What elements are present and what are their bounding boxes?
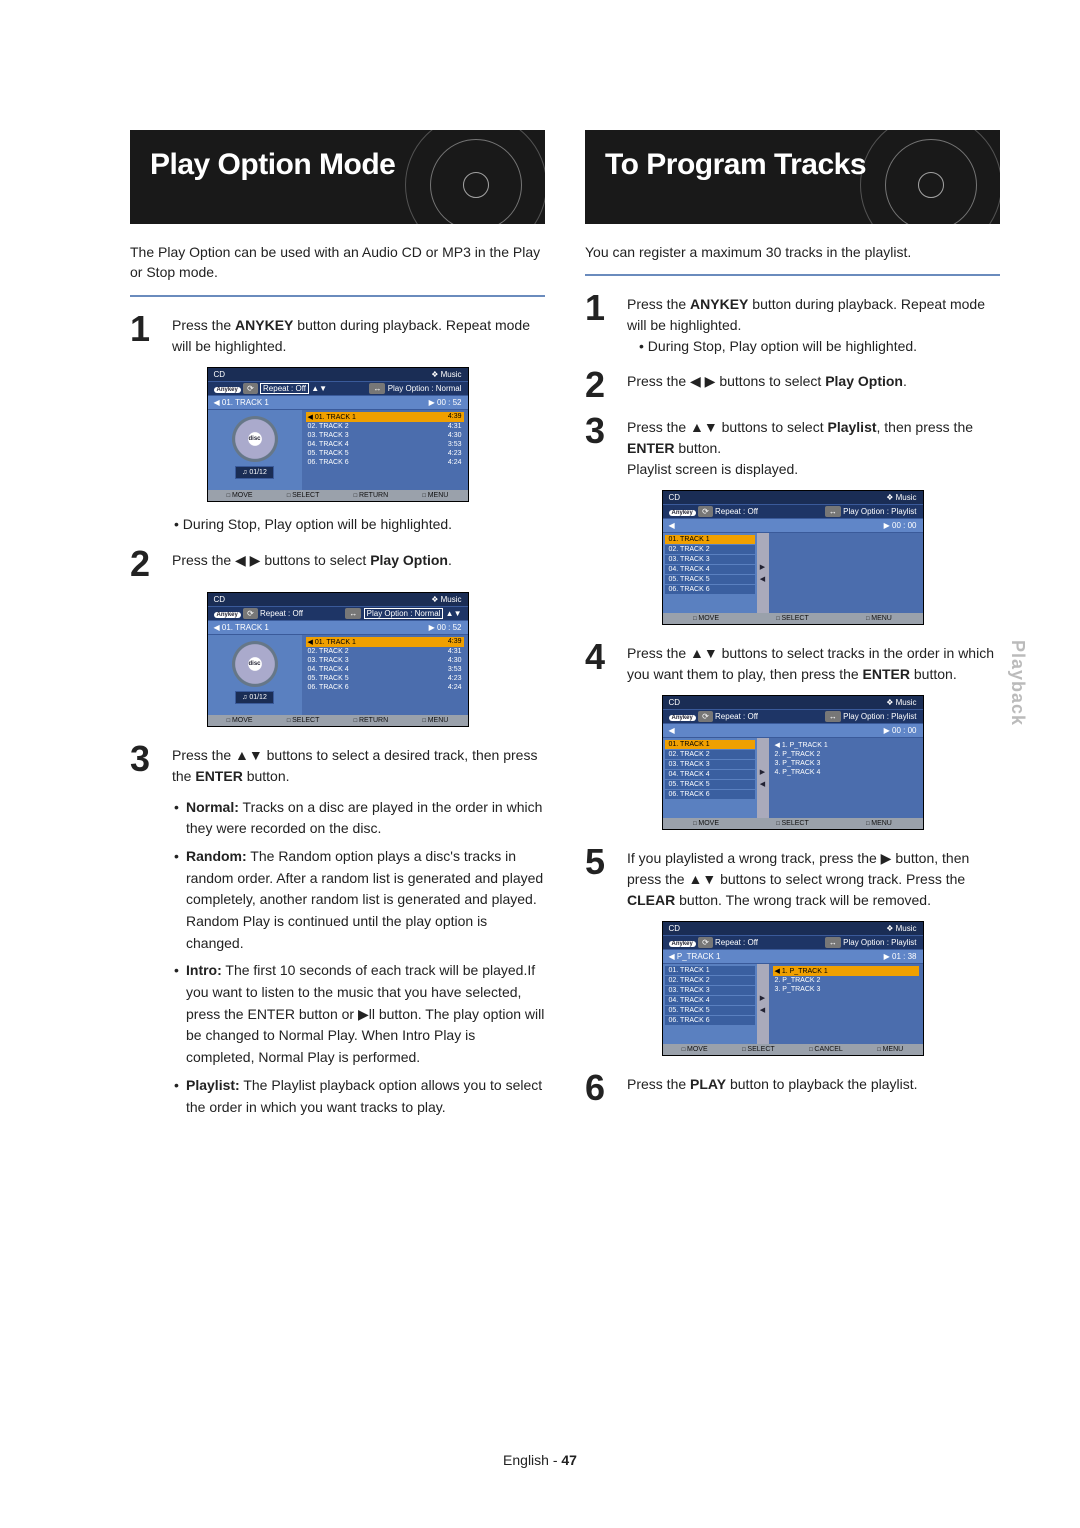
step-6: 6 Press the PLAY button to playback the … xyxy=(585,1070,1000,1106)
cd-art-icon xyxy=(395,130,545,224)
intro-text: You can register a maximum 30 tracks in … xyxy=(585,242,1000,262)
cd-art-icon xyxy=(850,130,1000,224)
step-1: 1 Press the ANYKEY button during playbac… xyxy=(585,290,1000,357)
disc-icon: disc xyxy=(232,416,278,462)
step-number: 3 xyxy=(585,413,617,480)
osd-screenshot-1: CD❖ Music Anykey ⟳ Repeat : Off ▲▼ ↔ Pla… xyxy=(207,367,469,502)
osd-screenshot-4: CD❖ Music Anykey ⟳ Repeat : Off ↔ Play O… xyxy=(662,695,924,830)
step-1: 1 Press the ANYKEY button during playbac… xyxy=(130,311,545,357)
note-text: During Stop, Play option will be highlig… xyxy=(174,516,545,532)
divider xyxy=(130,295,545,297)
step-number: 5 xyxy=(585,844,617,911)
step-number: 4 xyxy=(585,639,617,685)
osd-screenshot-2: CD❖ Music Anykey ⟳ Repeat : Off ↔ Play O… xyxy=(207,592,469,727)
divider xyxy=(585,274,1000,276)
step-number: 1 xyxy=(585,290,617,357)
option-bullets: Normal: Tracks on a disc are played in t… xyxy=(174,797,545,1119)
step-number: 6 xyxy=(585,1070,617,1106)
step-2: 2 Press the ◀ ▶ buttons to select Play O… xyxy=(585,367,1000,403)
osd-screenshot-3: CD❖ Music Anykey ⟳ Repeat : Off ↔ Play O… xyxy=(662,490,924,625)
title-banner-right: To Program Tracks xyxy=(585,130,1000,224)
intro-text: The Play Option can be used with an Audi… xyxy=(130,242,545,283)
step-2: 2 Press the ◀ ▶ buttons to select Play O… xyxy=(130,546,545,582)
step-number: 3 xyxy=(130,741,162,787)
section-tab: Playback xyxy=(1007,640,1028,726)
disc-icon: disc xyxy=(232,641,278,687)
step-5: 5 If you playlisted a wrong track, press… xyxy=(585,844,1000,911)
step-4: 4 Press the ▲▼ buttons to select tracks … xyxy=(585,639,1000,685)
step-3: 3 Press the ▲▼ buttons to select a desir… xyxy=(130,741,545,787)
title-banner-left: Play Option Mode xyxy=(130,130,545,224)
page-footer: English - 47 xyxy=(0,1452,1080,1468)
step-number: 2 xyxy=(585,367,617,403)
step-number: 1 xyxy=(130,311,162,357)
osd-screenshot-5: CD❖ Music Anykey ⟳ Repeat : Off ↔ Play O… xyxy=(662,921,924,1056)
step-3: 3 Press the ▲▼ buttons to select Playlis… xyxy=(585,413,1000,480)
step-number: 2 xyxy=(130,546,162,582)
